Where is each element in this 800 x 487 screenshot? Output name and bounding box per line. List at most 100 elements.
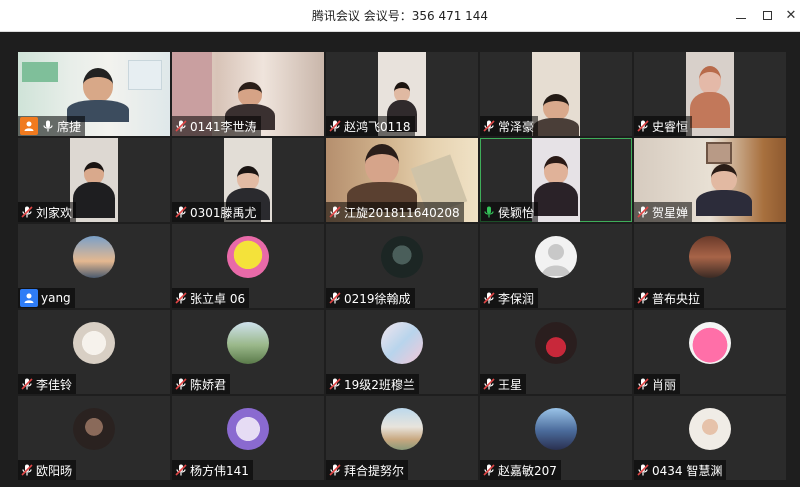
kirby-avatar <box>689 322 731 364</box>
participant-name-label: 史睿恒 <box>634 116 693 136</box>
participant-tile[interactable]: 0301滕禹尤 <box>172 138 324 222</box>
participant-tile[interactable]: 李佳铃 <box>18 310 170 394</box>
mic-muted-icon <box>483 378 495 390</box>
wall-chart <box>128 60 162 90</box>
participant-name-label: 张立卓 06 <box>172 288 250 308</box>
mic-muted-icon <box>175 206 187 218</box>
participant-name: 赵鸿飞0118 <box>344 119 411 134</box>
participant-name: 刘家欢 <box>36 205 73 220</box>
participant-name-label: 常泽豪 <box>480 116 539 136</box>
girl-photo-avatar <box>689 408 731 450</box>
participant-name-label: 普布央拉 <box>634 288 705 308</box>
participant-name: 拜合提努尔 <box>344 463 405 478</box>
participant-badge-icon <box>20 289 38 307</box>
maximize-button[interactable] <box>754 4 780 26</box>
participant-video <box>686 52 734 136</box>
participant-name: 江旋201811640208 <box>344 205 460 220</box>
participant-name-label: 19级2班穆兰 <box>326 374 419 394</box>
participant-name: 欧阳旸 <box>36 463 73 478</box>
mic-muted-icon <box>175 292 187 304</box>
participant-grid: 席捷 0141李世涛 赵鸿飞0118 常泽豪 史睿恒 刘家欢 0301滕禹尤 江… <box>18 52 786 480</box>
participant-tile[interactable]: 0141李世涛 <box>172 52 324 136</box>
participant-tile[interactable]: 19级2班穆兰 <box>326 310 478 394</box>
mic-muted-icon <box>637 206 649 218</box>
participant-name-label: 陈娇君 <box>172 374 231 394</box>
person-silhouette <box>534 156 578 216</box>
participant-tile[interactable]: 陈娇君 <box>172 310 324 394</box>
participant-name: 史睿恒 <box>652 119 689 134</box>
mic-muted-icon <box>329 378 341 390</box>
participant-name: 0141李世涛 <box>190 119 257 134</box>
participant-tile[interactable]: yang <box>18 224 170 308</box>
participant-name-label: 李佳铃 <box>18 374 77 394</box>
close-button[interactable]: ✕ <box>778 4 800 26</box>
participant-video <box>70 138 118 222</box>
building-avatar <box>381 408 423 450</box>
participant-tile[interactable]: 欧阳旸 <box>18 396 170 480</box>
participant-name-label: 刘家欢 <box>18 202 77 222</box>
participant-name: 普布央拉 <box>652 291 701 306</box>
mic-muted-icon <box>637 292 649 304</box>
mic-muted-icon <box>329 464 341 476</box>
participant-name-label: 王星 <box>480 374 527 394</box>
participant-name-label: 侯颖怡 <box>480 202 539 222</box>
minimize-button[interactable] <box>728 4 754 26</box>
participant-name: 陈娇君 <box>190 377 227 392</box>
participant-name: 李佳铃 <box>36 377 73 392</box>
host-badge-icon <box>20 117 38 135</box>
participant-tile[interactable]: 张立卓 06 <box>172 224 324 308</box>
participant-name: 0434 智慧渊 <box>652 463 723 478</box>
default-user-icon <box>542 244 570 276</box>
participant-tile[interactable]: 刘家欢 <box>18 138 170 222</box>
mic-muted-icon <box>175 378 187 390</box>
participant-name: 侯颖怡 <box>498 205 535 220</box>
participant-tile[interactable]: 赵鸿飞0118 <box>326 52 478 136</box>
participant-tile[interactable]: 0434 智慧渊 <box>634 396 786 480</box>
participant-tile[interactable]: 常泽豪 <box>480 52 632 136</box>
participant-name: yang <box>41 291 71 305</box>
participant-name-label: 李保润 <box>480 288 539 308</box>
video-gallery: 席捷 0141李世涛 赵鸿飞0118 常泽豪 史睿恒 刘家欢 0301滕禹尤 江… <box>0 32 800 487</box>
dark-character-avatar <box>381 236 423 278</box>
participant-tile[interactable]: 李保润 <box>480 224 632 308</box>
default-user-avatar <box>535 236 577 278</box>
group-photo-avatar <box>689 236 731 278</box>
participant-tile[interactable]: 席捷 <box>18 52 170 136</box>
mic-muted-icon <box>21 206 33 218</box>
participant-tile[interactable]: 贺星婵 <box>634 138 786 222</box>
participant-name: 贺星婵 <box>652 205 689 220</box>
participant-tile-active-speaker[interactable]: 侯颖怡 <box>480 138 632 222</box>
participant-name-label: 贺星婵 <box>634 202 693 222</box>
participant-name: 赵嘉敏207 <box>498 463 557 478</box>
person-silhouette <box>690 66 730 128</box>
participant-tile[interactable]: 王星 <box>480 310 632 394</box>
mic-muted-icon <box>175 120 187 132</box>
maximize-icon <box>762 10 772 20</box>
participant-tile[interactable]: 赵嘉敏207 <box>480 396 632 480</box>
participant-tile[interactable]: 史睿恒 <box>634 52 786 136</box>
mic-muted-icon <box>483 120 495 132</box>
minimize-icon <box>736 17 746 19</box>
mic-muted-icon <box>637 120 649 132</box>
participant-tile[interactable]: 肖丽 <box>634 310 786 394</box>
person-silhouette <box>73 162 115 218</box>
participant-tile[interactable]: 普布央拉 <box>634 224 786 308</box>
participant-name: 杨方伟141 <box>190 463 249 478</box>
red-figure-avatar <box>535 322 577 364</box>
mic-muted-icon <box>483 464 495 476</box>
participant-name: 王星 <box>498 377 523 392</box>
mic-muted-icon <box>483 292 495 304</box>
participant-tile[interactable]: 0219徐翰成 <box>326 224 478 308</box>
mic-speaking-icon <box>484 206 494 218</box>
participant-tile[interactable]: 杨方伟141 <box>172 396 324 480</box>
mic-muted-icon <box>637 378 649 390</box>
participant-name-label: 赵鸿飞0118 <box>326 116 415 136</box>
spongebob-avatar <box>227 236 269 278</box>
participant-tile[interactable]: 拜合提努尔 <box>326 396 478 480</box>
participant-video <box>532 138 580 222</box>
participant-tile[interactable]: 江旋201811640208 <box>326 138 478 222</box>
anime-character-avatar <box>535 408 577 450</box>
person-silhouette <box>533 94 579 136</box>
participant-name: 0219徐翰成 <box>344 291 411 306</box>
person-silhouette <box>67 68 129 122</box>
